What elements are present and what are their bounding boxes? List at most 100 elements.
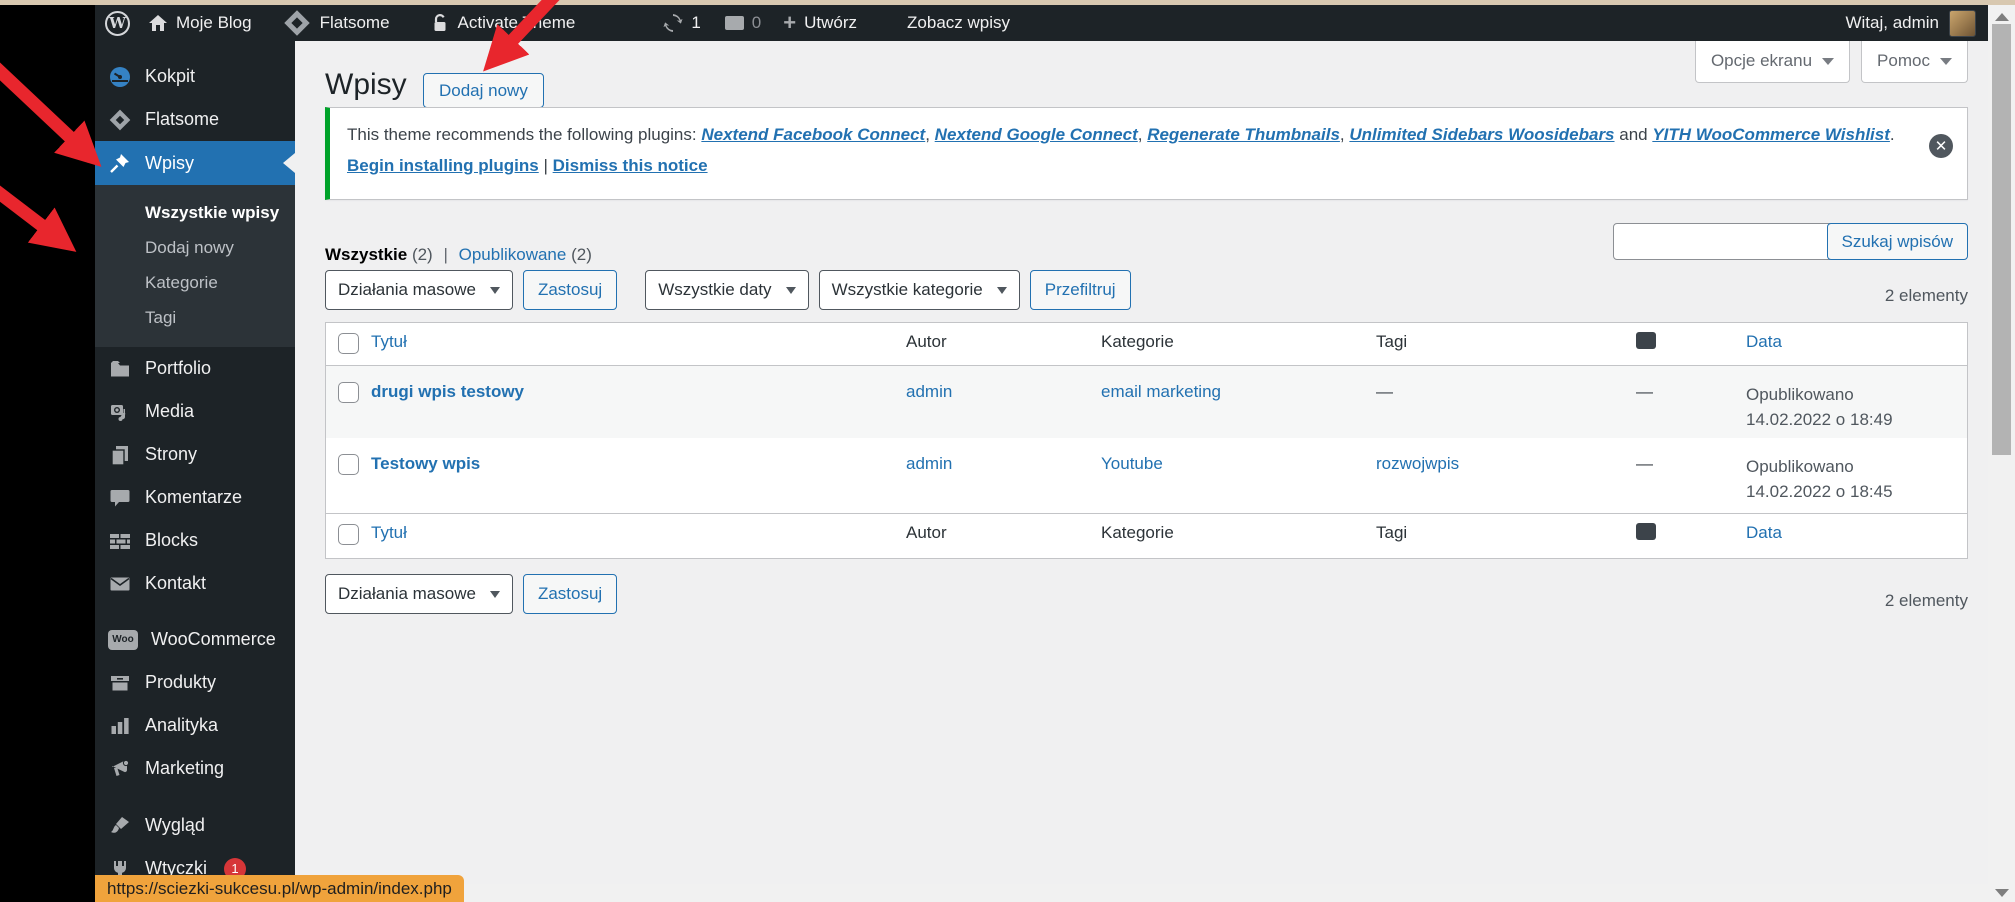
notice-prefix: This theme recommends the following plug… [347,125,701,144]
post-date-cell: Opublikowano 14.02.2022 o 18:45 [1746,438,1967,504]
plugin-link-yith-wishlist[interactable]: YITH WooCommerce Wishlist [1652,125,1890,144]
sidebar-label-flatsome: Flatsome [145,109,219,130]
items-count: 2 elementy [1885,286,1968,306]
dismiss-notice-link[interactable]: Dismiss this notice [553,156,708,175]
post-date: 14.02.2022 o 18:49 [1746,407,1967,432]
scroll-down-icon[interactable] [1995,889,2009,897]
select-all-checkbox[interactable] [338,524,359,545]
filter-button[interactable]: Przefiltruj [1030,270,1131,310]
main-content: Opcje ekranu Pomoc Wpisy Dodaj nowy This… [295,41,1988,884]
search-posts-input[interactable] [1613,223,1833,260]
sidebar-item-wpisy[interactable]: Wpisy [95,141,295,185]
comments-menu[interactable]: 0 [725,13,761,33]
flatsome-menu[interactable]: Flatsome [288,13,390,33]
post-author-link[interactable]: admin [906,438,1101,474]
sidebar-item-kokpit[interactable]: Kokpit [95,55,295,98]
sidebar-item-woocommerce[interactable]: Woo WooCommerce [95,618,295,661]
sidebar-item-portfolio[interactable]: Portfolio [95,347,295,390]
filter-all-link[interactable]: Wszystkie [325,245,407,264]
column-footer-author: Autor [906,514,1101,543]
plugin-link-nextend-facebook[interactable]: Nextend Facebook Connect [701,125,925,144]
post-title-link[interactable]: drugi wpis testowy [371,366,906,402]
filter-published-link[interactable]: Opublikowane [459,245,567,264]
submenu-categories[interactable]: Kategorie [95,265,295,300]
bulk-actions-select-bottom[interactable]: Działania masowe [325,574,513,614]
apply-button[interactable]: Zastosuj [523,270,617,310]
post-title-link[interactable]: Testowy wpis [371,438,906,474]
scrollbar-thumb[interactable] [1992,24,2011,455]
sidebar-item-blocks[interactable]: Blocks [95,519,295,562]
sidebar-item-wyglad[interactable]: Wygląd [95,804,295,847]
post-category-link[interactable]: email marketing [1101,366,1376,402]
view-posts-label: Zobacz wpisy [907,13,1010,33]
post-author-link[interactable]: admin [906,366,1101,402]
browser-top-edge [0,0,2015,5]
table-row: Testowy wpis admin Youtube rozwojwpis — … [326,438,1967,513]
notice-action-separator: | [543,156,547,175]
column-footer-date[interactable]: Data [1746,514,1967,543]
post-tags-link[interactable]: rozwojwpis [1376,438,1636,474]
column-header-date[interactable]: Data [1746,323,1967,352]
view-posts-menu[interactable]: Zobacz wpisy [907,13,1010,33]
column-footer-title[interactable]: Tytuł [371,514,906,543]
submenu-all-posts[interactable]: Wszystkie wpisy [95,195,295,230]
search-posts-button[interactable]: Szukaj wpisów [1827,223,1969,260]
user-greeting[interactable]: Witaj, admin [1845,13,1939,33]
sidebar-label-woocommerce: WooCommerce [151,629,276,650]
submenu-add-new[interactable]: Dodaj nowy [95,230,295,265]
updates-menu[interactable]: 1 [663,13,700,33]
sidebar-item-produkty[interactable]: Produkty [95,661,295,704]
category-filter-select[interactable]: Wszystkie kategorie [819,270,1020,310]
plugin-link-unlimited-sidebars[interactable]: Unlimited Sidebars Woosidebars [1349,125,1614,144]
activate-theme-label: Activate Theme [458,13,576,33]
notice-and: and [1615,125,1653,144]
sidebar-item-komentarze[interactable]: Komentarze [95,476,295,519]
activate-theme-menu[interactable]: Activate Theme [430,13,576,33]
chevron-down-icon [1822,58,1834,65]
avatar[interactable] [1949,10,1976,37]
column-header-title[interactable]: Tytuł [371,323,906,352]
date-filter-select[interactable]: Wszystkie daty [645,270,808,310]
column-header-categories: Kategorie [1101,323,1376,352]
analytics-bars-icon [108,714,132,738]
apply-button-bottom[interactable]: Zastosuj [523,574,617,614]
new-content-menu[interactable]: + Utwórz [783,13,857,33]
category-filter-label: Wszystkie kategorie [832,280,983,300]
sidebar-item-analityka[interactable]: Analityka [95,704,295,747]
site-name-menu[interactable]: Moje Blog [148,13,252,33]
vertical-scrollbar[interactable] [1988,5,2015,902]
wp-logo-menu[interactable]: W [105,11,130,36]
add-new-post-button[interactable]: Dodaj nowy [423,73,544,108]
plugin-link-nextend-google[interactable]: Nextend Google Connect [935,125,1138,144]
woocommerce-icon: Woo [108,630,138,650]
help-button[interactable]: Pomoc [1861,40,1968,83]
flatsome-label: Flatsome [320,13,390,33]
sidebar-item-kontakt[interactable]: Kontakt [95,562,295,605]
post-tags-value: — [1376,366,1636,402]
dismiss-notice-icon[interactable]: ✕ [1929,134,1953,158]
scroll-up-icon[interactable] [1995,13,2009,21]
post-comments-value: — [1636,366,1746,402]
plugin-link-regenerate-thumbnails[interactable]: Regenerate Thumbnails [1147,125,1340,144]
screen-options-button[interactable]: Opcje ekranu [1695,40,1850,83]
sidebar-item-marketing[interactable]: Marketing [95,747,295,790]
wordpress-admin-posts-page: { "admin_bar": { "wp_logo_letter": "W", … [0,0,2015,902]
portfolio-folder-icon [108,357,132,381]
row-checkbox[interactable] [338,382,359,403]
row-checkbox[interactable] [338,454,359,475]
sidebar-label-kontakt: Kontakt [145,573,206,594]
notice-comma: , [925,125,934,144]
sidebar-item-strony[interactable]: Strony [95,433,295,476]
select-all-checkbox[interactable] [338,333,359,354]
post-category-link[interactable]: Youtube [1101,438,1376,474]
bulk-actions-select[interactable]: Działania masowe [325,270,513,310]
begin-installing-link[interactable]: Begin installing plugins [347,156,539,175]
sidebar-label-strony: Strony [145,444,197,465]
sidebar-item-media[interactable]: Media [95,390,295,433]
sidebar-item-flatsome[interactable]: Flatsome [95,98,295,141]
new-content-label: Utwórz [804,13,857,33]
help-label: Pomoc [1877,51,1930,71]
sidebar-label-kokpit: Kokpit [145,66,195,87]
envelope-icon [108,572,132,596]
submenu-tags[interactable]: Tagi [95,300,295,335]
